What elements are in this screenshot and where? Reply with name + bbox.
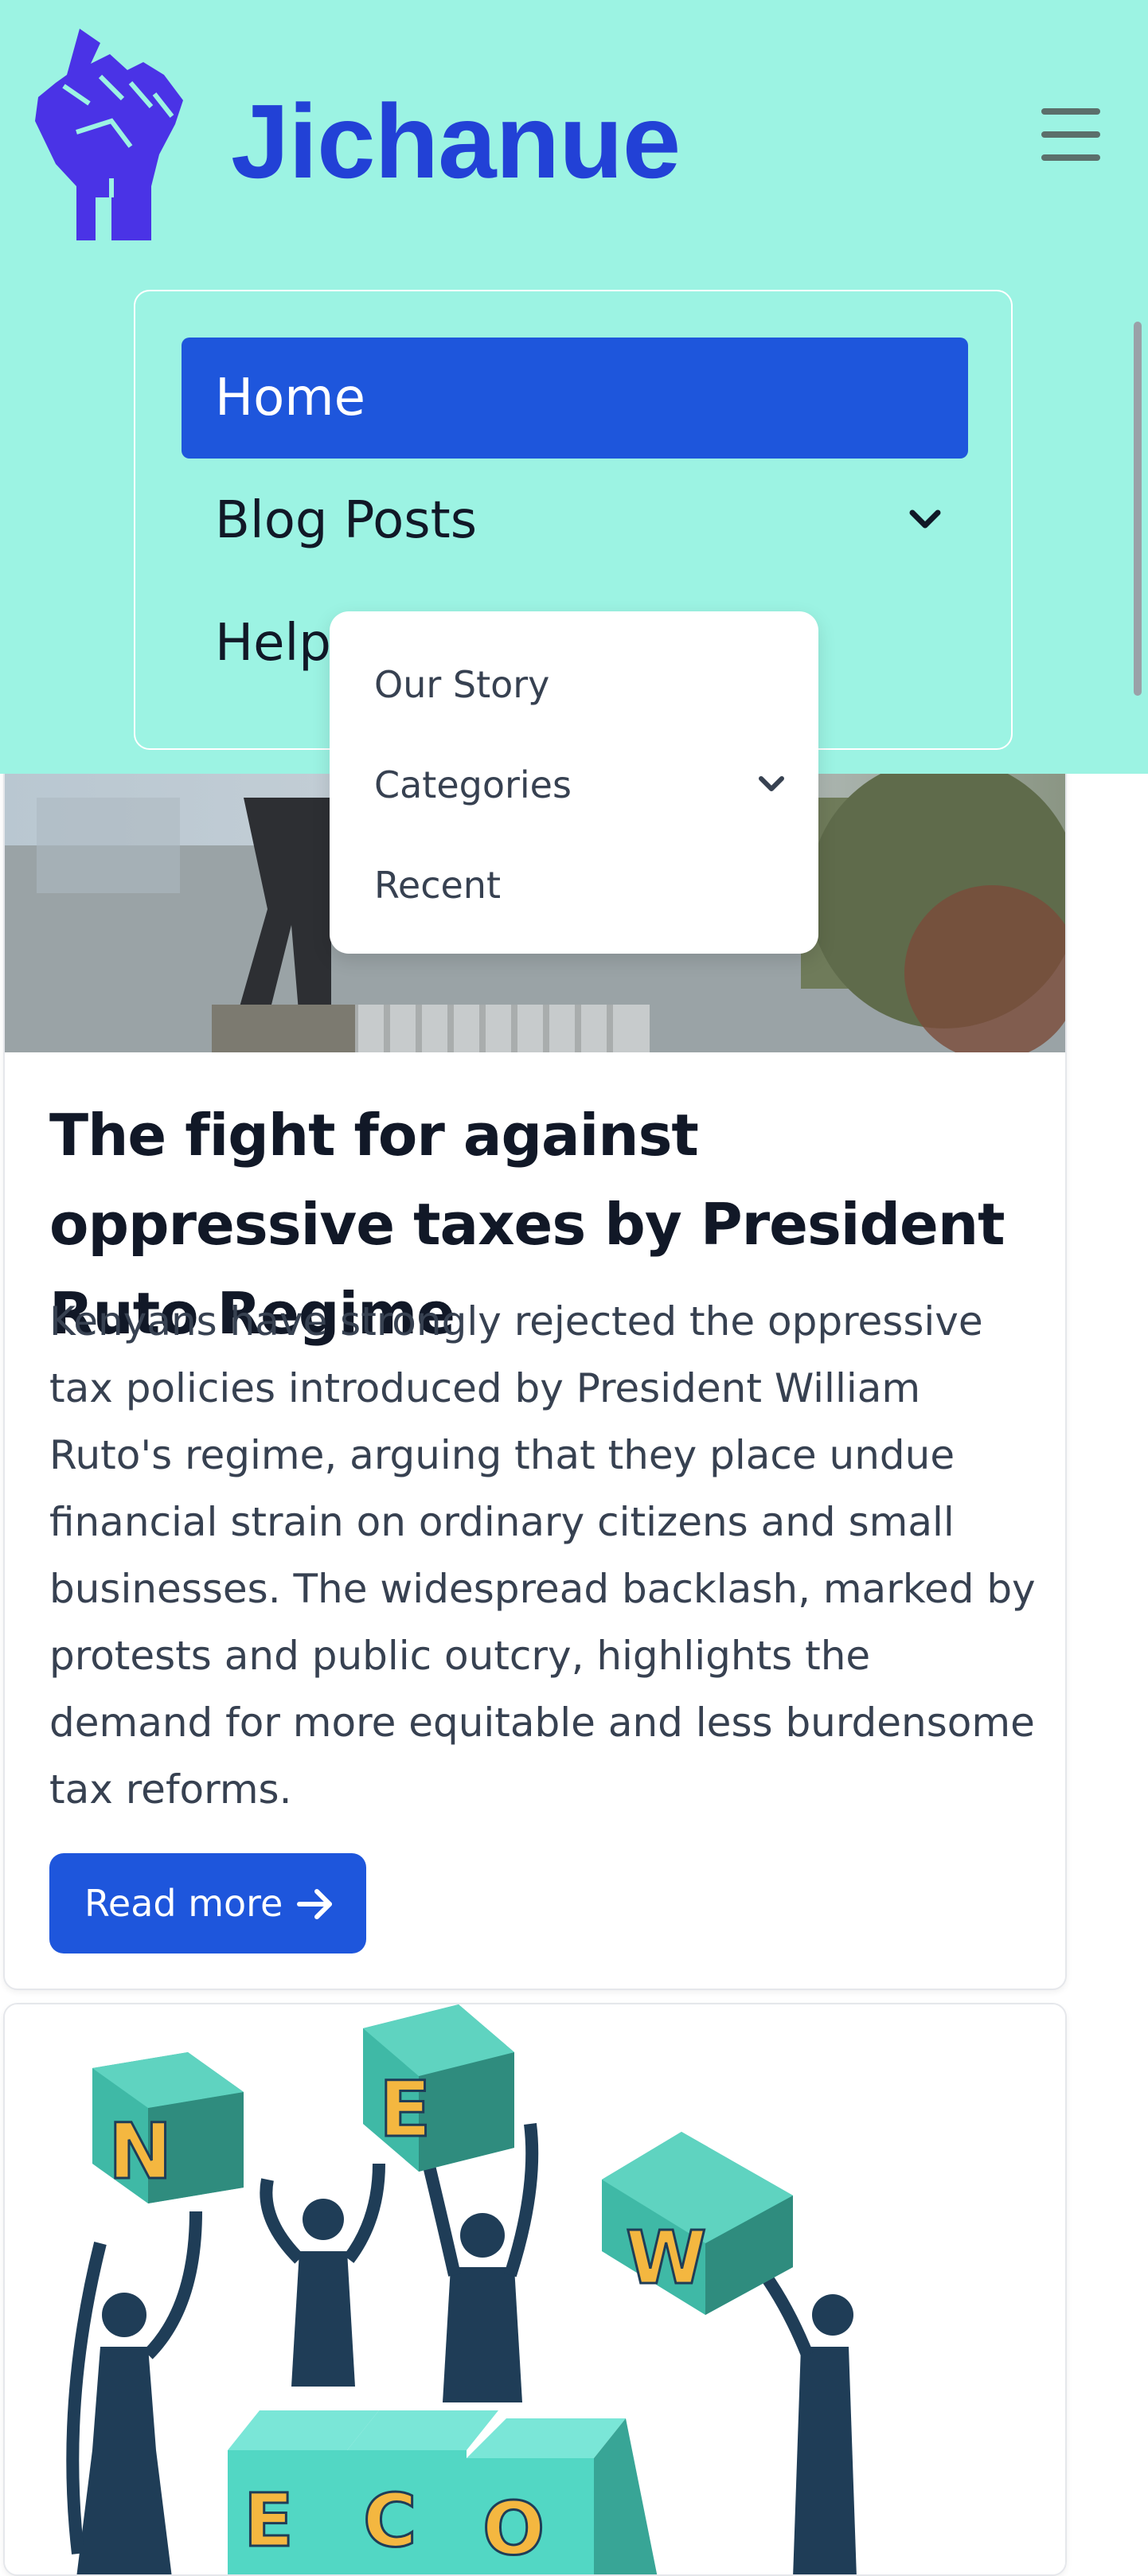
- cube-letter-e-bottom: E: [244, 2478, 294, 2563]
- dropdown-item-categories-label: Categories: [374, 763, 572, 806]
- dropdown-item-our-story-label: Our Story: [374, 663, 550, 706]
- nav-item-home-label: Home: [215, 369, 365, 427]
- dropdown-item-recent-label: Recent: [374, 864, 501, 907]
- chevron-down-icon[interactable]: [904, 498, 946, 540]
- cube-letter-w: W: [626, 2215, 706, 2301]
- cube-letter-o: O: [482, 2486, 545, 2571]
- site-brand[interactable]: Jichanue: [231, 73, 681, 210]
- menu-toggle-icon[interactable]: [1041, 108, 1100, 161]
- nav-item-blog-posts-label: Blog Posts: [215, 491, 478, 550]
- nav-item-blog-posts[interactable]: Blog Posts: [182, 460, 968, 581]
- dropdown-item-categories[interactable]: Categories: [374, 753, 788, 817]
- post-excerpt: Kenyans have strongly rejected the oppre…: [49, 1298, 1036, 1813]
- read-more-button[interactable]: Read more: [49, 1853, 366, 1953]
- blog-posts-dropdown: Our Story Categories Recent: [330, 611, 818, 954]
- cube-letter-n: N: [108, 2107, 172, 2196]
- arrow-right-icon: [297, 1889, 332, 1919]
- nav-item-home[interactable]: Home: [182, 338, 968, 459]
- chevron-down-icon[interactable]: [755, 767, 788, 801]
- cube-letter-e-top: E: [379, 2065, 431, 2154]
- post-image-new-economy[interactable]: N E W E C O: [5, 2004, 1067, 2576]
- dropdown-item-recent[interactable]: Recent: [374, 853, 788, 917]
- cube-letter-c: C: [363, 2478, 417, 2563]
- nav-item-help-label: Help: [215, 614, 331, 673]
- scrollbar-thumb[interactable]: [1134, 322, 1142, 696]
- read-more-label: Read more: [84, 1882, 283, 1925]
- post-card: N E W E C O: [3, 2003, 1067, 2576]
- raised-fist-icon[interactable]: [32, 27, 188, 242]
- dropdown-item-our-story[interactable]: Our Story: [374, 653, 788, 716]
